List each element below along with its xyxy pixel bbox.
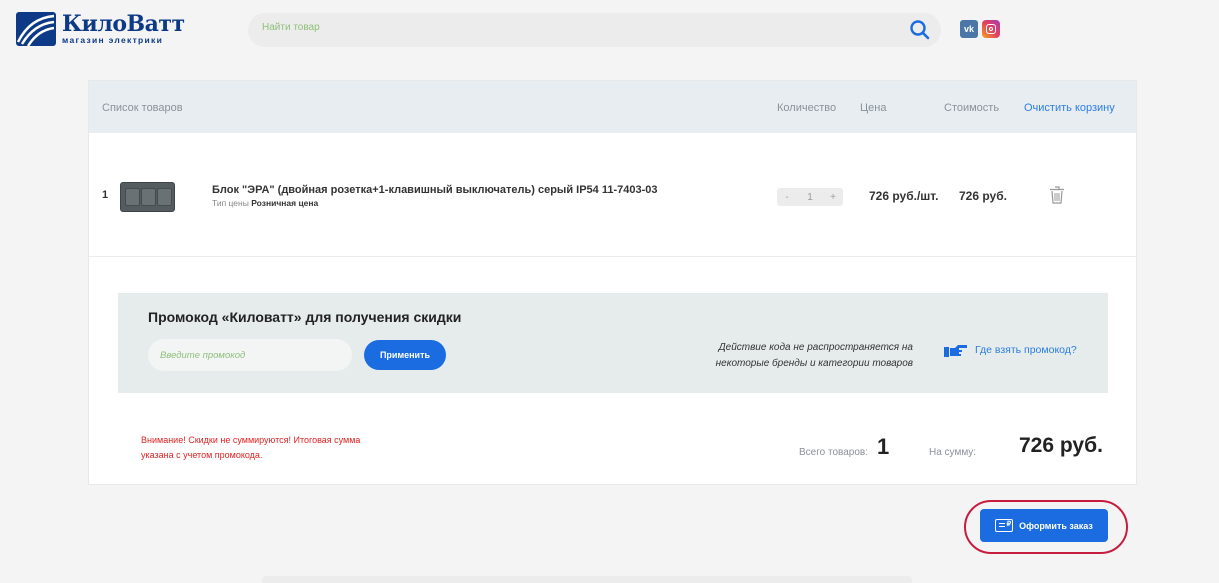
quantity-increase-button[interactable]: + <box>823 192 843 203</box>
search-input[interactable] <box>262 22 882 33</box>
search-bar <box>248 13 941 47</box>
trash-icon[interactable] <box>1049 185 1065 205</box>
quantity-stepper: - 1 + <box>777 188 843 206</box>
item-number: 1 <box>102 189 109 201</box>
price-type: Тип цены Розничная цена <box>212 198 318 208</box>
column-header-list: Список товаров <box>102 102 183 114</box>
cart-table-header: Список товаров Количество Цена Стоимость… <box>89 81 1136 133</box>
product-thumbnail[interactable] <box>120 182 175 212</box>
vk-icon[interactable]: vk <box>960 20 978 38</box>
instagram-icon[interactable] <box>982 20 1000 38</box>
clear-cart-link[interactable]: Очистить корзину <box>1024 102 1115 114</box>
apply-promo-button[interactable]: Применить <box>364 340 446 370</box>
sum-value: 726 руб. <box>1019 434 1103 457</box>
column-header-qty: Количество <box>777 102 837 114</box>
price-type-label: Тип цены <box>212 198 249 208</box>
where-promo-link[interactable]: Где взять промокод? <box>975 344 1077 356</box>
total-count: 1 <box>877 434 890 459</box>
price-type-value: Розничная цена <box>251 198 319 208</box>
checkout-label: Оформить заказ <box>1019 520 1093 531</box>
checkout-button[interactable]: Оформить заказ <box>980 509 1108 542</box>
promo-note: Действие кода не распространяется на нек… <box>715 342 913 369</box>
cart-item-row: 1 Блок "ЭРА" (двойная розетка+1-клавишны… <box>89 133 1136 257</box>
search-icon[interactable] <box>909 19 931 41</box>
pointing-hand-icon <box>944 345 967 357</box>
sum-label: На сумму: <box>929 447 977 458</box>
logo[interactable]: КилоВатт магазин электрики <box>16 12 185 46</box>
column-header-cost: Стоимость <box>944 102 1000 114</box>
social-links: vk <box>960 20 1000 38</box>
promo-code-input[interactable] <box>148 339 352 371</box>
discount-warning: Внимание! Скидки не суммируются! Итогова… <box>141 435 361 460</box>
total-count-label: Всего товаров: <box>799 447 869 458</box>
logo-title: КилоВатт <box>62 11 185 37</box>
column-header-price: Цена <box>860 102 887 114</box>
order-receipt-icon <box>995 519 1014 532</box>
cart-panel: Список товаров Количество Цена Стоимость… <box>88 80 1137 485</box>
quantity-input[interactable]: 1 <box>797 192 823 203</box>
product-name-link[interactable]: Блок "ЭРА" (двойная розетка+1-клавишный … <box>212 184 657 196</box>
promo-block: Промокод «Киловатт» для получения скидки… <box>118 293 1108 393</box>
quantity-decrease-button[interactable]: - <box>777 192 797 203</box>
logo-wave-icon <box>16 12 56 46</box>
unit-price: 726 руб./шт. <box>869 189 939 203</box>
footer-edge <box>262 576 912 583</box>
header: КилоВатт магазин электрики vk <box>0 0 1219 62</box>
item-total: 726 руб. <box>959 189 1007 203</box>
promo-title: Промокод «Киловатт» для получения скидки <box>148 309 462 325</box>
